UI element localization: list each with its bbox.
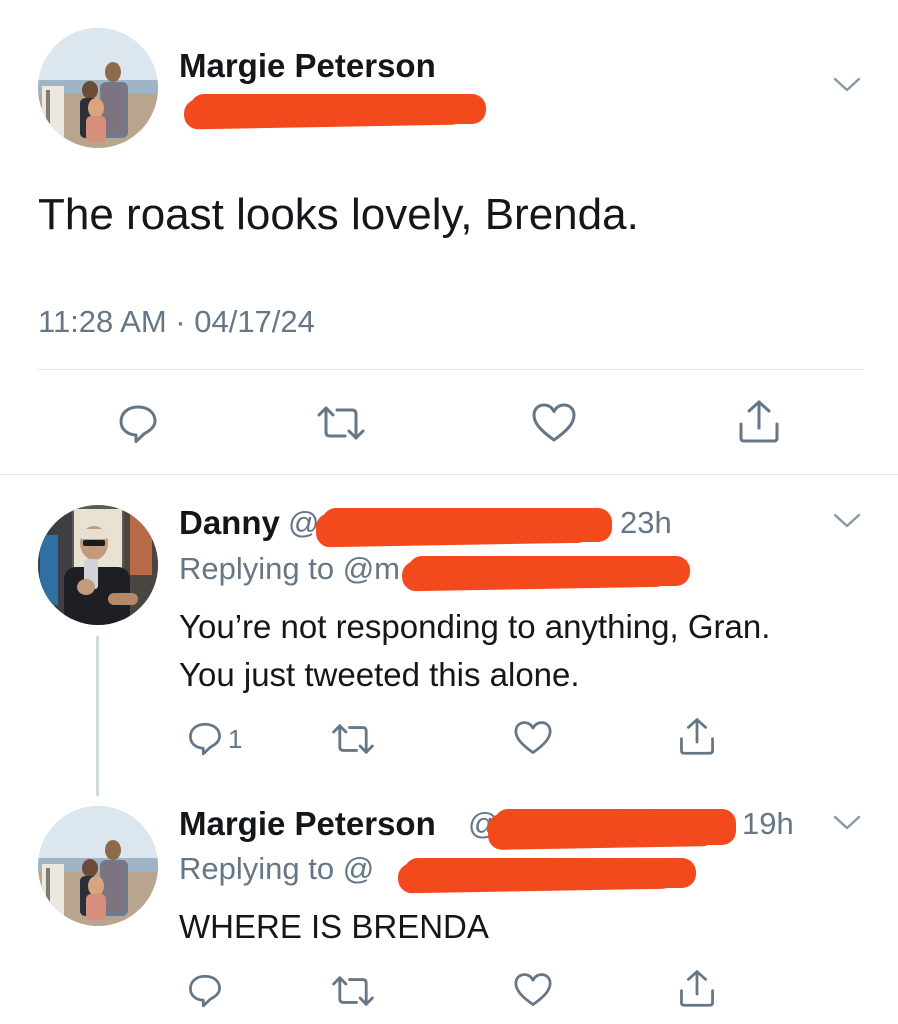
replying-to[interactable]: Replying to @m: [179, 551, 400, 587]
chevron-down-icon[interactable]: [833, 76, 861, 99]
tweet-age[interactable]: 19h: [742, 806, 794, 842]
like-icon[interactable]: [513, 972, 553, 1008]
tweet-text-line-2: You just tweeted this alone.: [179, 656, 580, 693]
reply-icon[interactable]: [117, 402, 159, 444]
avatar[interactable]: [38, 505, 158, 625]
avatar[interactable]: [38, 806, 158, 926]
chevron-down-icon[interactable]: [833, 814, 861, 837]
share-icon[interactable]: [678, 716, 716, 756]
share-icon[interactable]: [678, 968, 716, 1008]
redacted-handle: [190, 94, 486, 124]
replying-to[interactable]: Replying to @: [179, 851, 374, 887]
tweet-text: The roast looks lovely, Brenda.: [38, 190, 639, 239]
divider: [0, 474, 898, 475]
tweet-timestamp: 11:28 AM · 04/17/24: [38, 304, 315, 339]
redacted-handle: [404, 858, 696, 888]
thread-connector: [96, 636, 99, 796]
redacted-handle: [494, 809, 736, 845]
profile-photo: [38, 806, 158, 926]
avatar[interactable]: [38, 28, 158, 148]
profile-photo: [38, 28, 158, 148]
reply-icon[interactable]: [187, 972, 223, 1008]
share-icon[interactable]: [737, 398, 781, 444]
redacted-handle: [408, 556, 690, 586]
divider: [38, 369, 863, 370]
reply-count: 1: [228, 724, 243, 754]
chevron-down-icon[interactable]: [833, 512, 861, 535]
author-name[interactable]: Margie Peterson: [179, 47, 436, 85]
author-name[interactable]: Danny: [179, 504, 280, 542]
tweet-age[interactable]: 23h: [620, 505, 672, 541]
author-name[interactable]: Margie Peterson: [179, 805, 436, 843]
tweet-text: WHERE IS BRENDA: [179, 908, 489, 945]
tweet-text-line-1: You’re not responding to anything, Gran.: [179, 608, 771, 645]
retweet-icon[interactable]: [331, 722, 375, 756]
retweet-icon[interactable]: [316, 404, 366, 442]
profile-photo: [38, 505, 158, 625]
like-icon[interactable]: [513, 720, 553, 756]
redacted-handle: [322, 508, 612, 542]
retweet-icon[interactable]: [331, 974, 375, 1008]
reply-icon[interactable]: [187, 720, 223, 756]
like-icon[interactable]: [531, 402, 577, 444]
